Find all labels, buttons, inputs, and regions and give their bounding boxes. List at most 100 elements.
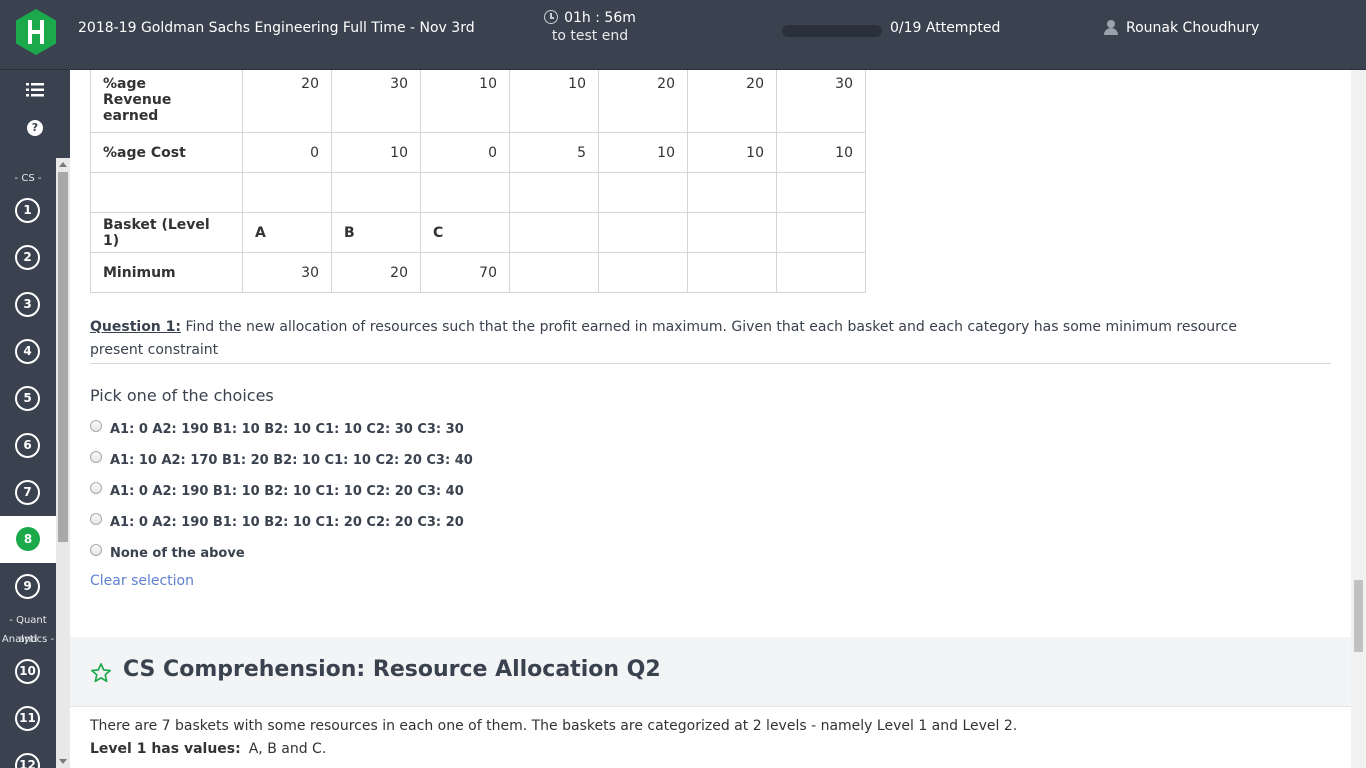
table-row: %age Cost 0 10 0 5 10 10 10 — [90, 132, 866, 173]
table-cell: 10 — [420, 70, 510, 133]
radio-button[interactable] — [90, 451, 102, 463]
hackerrank-logo[interactable] — [15, 8, 57, 56]
table-cell: 30 — [776, 70, 866, 133]
table-cell: 20 — [598, 70, 688, 133]
table-cell — [331, 172, 421, 213]
question-nav-12[interactable]: 12 — [15, 753, 40, 768]
table-cell: 0 — [242, 132, 332, 173]
question-nav-1[interactable]: 1 — [15, 198, 40, 223]
question-nav-3[interactable]: 3 — [15, 292, 40, 317]
question-label: Question 1: — [90, 319, 181, 335]
table-cell — [509, 172, 599, 213]
question-nav-9[interactable]: 9 — [15, 574, 40, 599]
row-label — [90, 172, 243, 213]
row-label: %age Revenue earned — [90, 70, 243, 133]
table-cell: 70 — [420, 252, 510, 293]
table-cell: 30 — [242, 252, 332, 293]
sidebar-scroll-thumb[interactable] — [58, 172, 68, 542]
question-nav-11[interactable]: 11 — [15, 706, 40, 731]
choice-option[interactable]: A1: 0 A2: 190 B1: 10 B2: 10 C1: 10 C2: 2… — [90, 482, 464, 502]
table-cell: A — [242, 212, 332, 253]
choice-label[interactable]: None of the above — [110, 546, 245, 561]
table-cell — [776, 252, 866, 293]
star-icon[interactable] — [90, 662, 112, 684]
attempted-count: 0/19 Attempted — [890, 20, 1001, 36]
next-question-description: There are 7 baskets with some resources … — [90, 718, 1018, 734]
resource-table: %age Revenue earned 20 30 10 10 20 20 30 … — [90, 70, 866, 293]
table-row: Minimum 30 20 70 — [90, 252, 866, 293]
table-row — [90, 172, 866, 213]
table-cell: 30 — [331, 70, 421, 133]
table-cell — [776, 172, 866, 213]
question-sidebar: ? - CS - 1 2 3 4 5 6 7 8 9 - Quant and A… — [0, 70, 70, 768]
radio-button[interactable] — [90, 544, 102, 556]
choice-label[interactable]: A1: 0 A2: 190 B1: 10 B2: 10 C1: 10 C2: 2… — [110, 484, 464, 499]
choice-label[interactable]: A1: 0 A2: 190 B1: 10 B2: 10 C1: 20 C2: 2… — [110, 515, 464, 530]
test-title: 2018-19 Goldman Sachs Engineering Full T… — [78, 20, 475, 36]
table-cell: 20 — [242, 70, 332, 133]
choice-option[interactable]: A1: 0 A2: 190 B1: 10 B2: 10 C1: 10 C2: 3… — [90, 420, 464, 440]
table-cell — [420, 172, 510, 213]
choice-label[interactable]: A1: 0 A2: 190 B1: 10 B2: 10 C1: 10 C2: 3… — [110, 422, 464, 437]
row-label-line2: Revenue earned — [103, 92, 172, 124]
help-icon[interactable]: ? — [27, 120, 43, 136]
row-label: %age Cost — [90, 132, 243, 173]
page-scroll-thumb[interactable] — [1354, 580, 1363, 652]
choices-heading: Pick one of the choices — [90, 386, 274, 405]
choice-option[interactable]: A1: 10 A2: 170 B1: 20 B2: 10 C1: 10 C2: … — [90, 451, 473, 471]
table-cell: 5 — [509, 132, 599, 173]
next-question-title: CS Comprehension: Resource Allocation Q2 — [123, 657, 661, 682]
scroll-down-arrow-icon[interactable] — [59, 759, 67, 764]
question-nav-4[interactable]: 4 — [15, 339, 40, 364]
table-cell: 20 — [687, 70, 777, 133]
question-nav-2[interactable]: 2 — [15, 245, 40, 270]
radio-button[interactable] — [90, 513, 102, 525]
question-nav-5[interactable]: 5 — [15, 386, 40, 411]
table-cell — [598, 252, 688, 293]
row-label: Minimum — [90, 252, 243, 293]
question-nav-6[interactable]: 6 — [15, 433, 40, 458]
scroll-up-arrow-icon[interactable] — [59, 162, 67, 167]
table-cell: B — [331, 212, 421, 253]
section-label-cs: - CS - — [14, 173, 42, 184]
table-cell — [242, 172, 332, 213]
radio-button[interactable] — [90, 482, 102, 494]
sidebar-scrollbar[interactable] — [56, 158, 70, 768]
question-nav-10[interactable]: 10 — [15, 659, 40, 684]
question-content: %age Revenue earned 20 30 10 10 20 20 30 … — [70, 70, 1351, 768]
timer-value: 01h : 56m — [564, 10, 636, 26]
table-cell — [687, 212, 777, 253]
table-cell: 20 — [331, 252, 421, 293]
list-icon[interactable] — [26, 83, 44, 97]
table-row: Basket (Level 1) A B C — [90, 212, 866, 253]
choice-option[interactable]: A1: 0 A2: 190 B1: 10 B2: 10 C1: 20 C2: 2… — [90, 513, 464, 533]
table-cell: 0 — [420, 132, 510, 173]
question-nav-8-active[interactable]: 8 — [0, 516, 56, 563]
timer: 01h : 56m to test end — [540, 10, 640, 44]
table-cell — [598, 172, 688, 213]
table-cell — [598, 212, 688, 253]
levels-text: A, B and C. — [248, 741, 327, 757]
user-menu[interactable]: Rounak Choudhury — [1104, 20, 1259, 36]
table-cell — [687, 172, 777, 213]
table-cell: 10 — [687, 132, 777, 173]
table-cell: 10 — [331, 132, 421, 173]
table-row: %age Revenue earned 20 30 10 10 20 20 30 — [90, 70, 866, 133]
radio-button[interactable] — [90, 420, 102, 432]
next-question-levels: Level 1 has values: A, B and C. — [90, 741, 326, 757]
table-cell — [776, 212, 866, 253]
clear-selection-link[interactable]: Clear selection — [90, 573, 194, 589]
page-scrollbar[interactable] — [1351, 70, 1366, 768]
choice-option[interactable]: None of the above — [90, 544, 245, 564]
divider — [90, 363, 1331, 364]
table-cell: C — [420, 212, 510, 253]
user-icon — [1104, 20, 1118, 35]
table-cell — [509, 252, 599, 293]
choice-label[interactable]: A1: 10 A2: 170 B1: 20 B2: 10 C1: 10 C2: … — [110, 453, 473, 468]
section-label-analytics: Analytics - — [1, 634, 55, 645]
row-label-line1: %age — [103, 76, 146, 92]
question-nav-7[interactable]: 7 — [15, 480, 40, 505]
levels-label: Level 1 has values: — [90, 741, 241, 757]
question-nav-8[interactable]: 8 — [16, 527, 40, 551]
row-label: Basket (Level 1) — [90, 212, 243, 253]
